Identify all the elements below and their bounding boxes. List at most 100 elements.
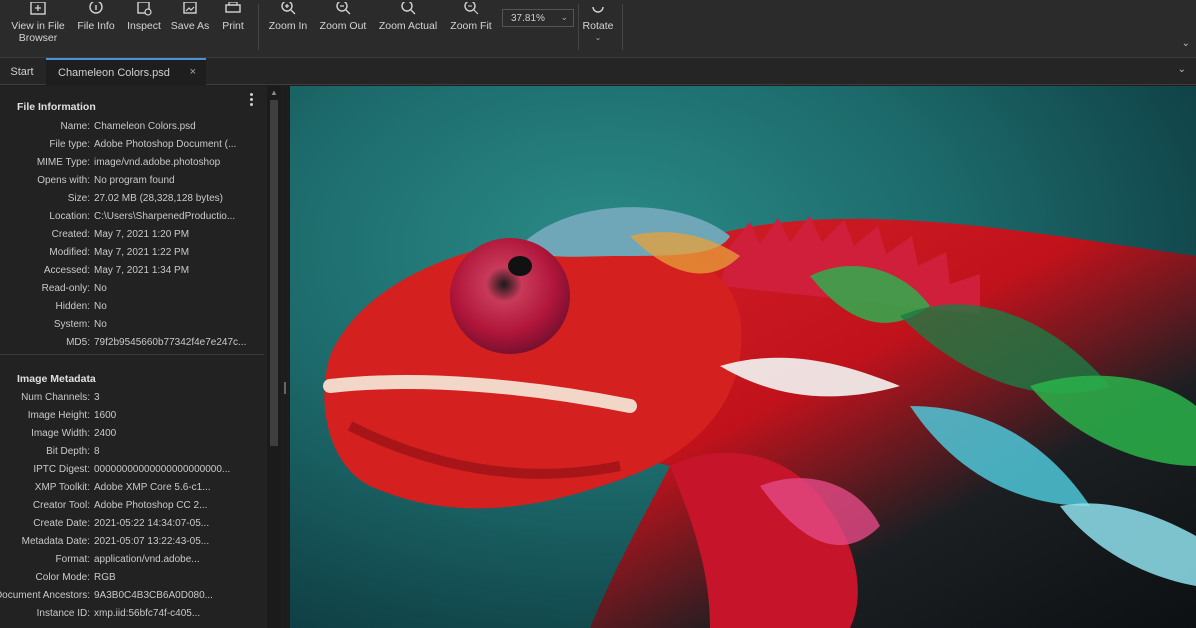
info-row-key: Opens with: xyxy=(37,175,90,186)
info-row-key: XMP Toolkit: xyxy=(34,482,90,493)
info-panel: File Information Name: Chameleon Colors.p… xyxy=(0,86,267,628)
inspect-button[interactable]: Inspect xyxy=(122,0,166,50)
info-row-value: No program found xyxy=(94,175,175,186)
info-row-value: 3 xyxy=(94,392,100,403)
zoom-fit-button[interactable]: Zoom Fit xyxy=(444,0,498,50)
info-row-value: 2021-05:22 14:34:07-05... xyxy=(94,518,210,529)
info-row: MD5: 79f2b9545660b77342f4e7e247c... xyxy=(0,335,267,351)
info-row-key: Bit Depth: xyxy=(46,446,90,457)
tab-active-label: Chameleon Colors.psd xyxy=(58,66,170,79)
info-row-value: 27.02 MB (28,328,128 bytes) xyxy=(94,193,223,204)
info-row: Image Width: 2400 xyxy=(0,426,267,442)
info-row-value: C:\Users\SharpenedProductio... xyxy=(94,211,236,222)
tab-list-chevron-icon[interactable]: ⌄ xyxy=(1178,64,1186,75)
info-row: Modified: May 7, 2021 1:22 PM xyxy=(0,245,267,261)
info-row: Document Ancestors: 9A3B0C4B3CB6A0D080... xyxy=(0,588,267,604)
info-row: Opens with: No program found xyxy=(0,173,267,189)
file-info-button[interactable]: File Info xyxy=(74,0,118,50)
file-info-label: File Info xyxy=(77,20,115,32)
info-row: XMP Toolkit: Adobe XMP Core 5.6-c1... xyxy=(0,480,267,496)
info-row: Size: 27.02 MB (28,328,128 bytes) xyxy=(0,191,267,207)
zoom-actual-icon xyxy=(398,0,418,16)
zoom-level-value: 37.81% xyxy=(511,12,545,24)
toolbar-separator xyxy=(258,4,259,50)
info-row-value: 2021-05:07 13:22:43-05... xyxy=(94,536,210,547)
panel-splitter[interactable] xyxy=(281,86,290,628)
more-options-icon[interactable] xyxy=(250,93,254,106)
info-row-key: Color Mode: xyxy=(35,572,90,583)
info-row: Metadata Date: 2021-05:07 13:22:43-05... xyxy=(0,534,267,550)
zoom-fit-label: Zoom Fit xyxy=(450,20,492,32)
info-row: Create Date: 2021-05:22 14:34:07-05... xyxy=(0,516,267,532)
info-row-key: MD5: xyxy=(66,337,90,348)
folder-icon xyxy=(28,0,48,16)
print-button[interactable]: Print xyxy=(214,0,252,50)
view-in-file-browser-button[interactable]: View in File Browser xyxy=(6,0,70,50)
info-row-key: Name: xyxy=(60,121,90,132)
info-row-key: Accessed: xyxy=(43,265,90,276)
info-row-key: Read-only: xyxy=(41,283,90,294)
info-row-key: IPTC Digest: xyxy=(33,464,90,475)
tab-chameleon-colors[interactable]: Chameleon Colors.psd × xyxy=(46,58,206,85)
info-row-value: No xyxy=(94,319,107,330)
info-row-key: Format: xyxy=(55,554,90,565)
panel-scrollbar[interactable]: ▲ xyxy=(267,86,281,628)
info-row: Accessed: May 7, 2021 1:34 PM xyxy=(0,263,267,279)
chameleon-image xyxy=(323,207,1196,628)
info-row-value: No xyxy=(94,301,107,312)
zoom-level-select[interactable]: 37.81% ⌄ xyxy=(502,9,574,27)
info-row: Hidden: No xyxy=(0,299,267,315)
save-as-label: Save As xyxy=(170,20,210,32)
info-row: Location: C:\Users\SharpenedProductio... xyxy=(0,209,267,225)
zoom-out-button[interactable]: Zoom Out xyxy=(314,0,372,50)
info-row-value: May 7, 2021 1:34 PM xyxy=(94,265,190,276)
tab-start[interactable]: Start xyxy=(0,58,44,85)
zoom-out-icon xyxy=(333,0,353,16)
info-row-key: Creator Tool: xyxy=(32,500,90,511)
zoom-in-button[interactable]: Zoom In xyxy=(264,0,312,50)
info-row-key: Document Ancestors: xyxy=(0,590,90,601)
print-label: Print xyxy=(222,20,244,32)
info-row-value: RGB xyxy=(94,572,116,583)
print-icon xyxy=(223,0,243,16)
info-row-value: 1600 xyxy=(94,410,117,421)
info-row-value: 8 xyxy=(94,446,100,457)
info-row: System: No xyxy=(0,317,267,333)
info-row: Bit Depth: 8 xyxy=(0,444,267,460)
info-row-value: xmp.iid:56bfc74f-c405... xyxy=(94,608,201,619)
save-as-button[interactable]: Save As xyxy=(168,0,212,50)
inspect-label: Inspect xyxy=(127,20,161,32)
info-row-key: MIME Type: xyxy=(36,157,90,168)
view-in-file-browser-label-line1: View in File xyxy=(11,20,65,32)
info-row-key: Metadata Date: xyxy=(21,536,90,547)
splitter-grip-icon xyxy=(284,382,286,394)
info-row-key: Hidden: xyxy=(55,301,90,312)
info-row: Num Channels: 3 xyxy=(0,390,267,406)
info-row-value: Chameleon Colors.psd xyxy=(94,121,196,132)
info-row-key: File type: xyxy=(49,139,90,150)
zoom-fit-icon xyxy=(461,0,481,16)
zoom-actual-button[interactable]: Zoom Actual xyxy=(374,0,442,50)
info-row-key: System: xyxy=(53,319,90,330)
info-icon xyxy=(86,0,106,16)
info-row-key: Created: xyxy=(51,229,90,240)
info-row-key: Create Date: xyxy=(33,518,90,529)
view-in-file-browser-label-line2: Browser xyxy=(18,32,58,44)
toolbar-expand-icon[interactable]: ⌄ xyxy=(1182,38,1190,49)
image-viewport[interactable] xyxy=(290,86,1196,628)
info-row: Creator Tool: Adobe Photoshop CC 2... xyxy=(0,498,267,514)
info-row-key: Num Channels: xyxy=(21,392,90,403)
info-row-key: Image Width: xyxy=(31,428,90,439)
rotate-dropdown-icon[interactable]: ⌄ xyxy=(595,34,602,42)
rotate-button[interactable]: Rotate ⌄ xyxy=(578,0,618,50)
info-row-key: Modified: xyxy=(49,247,90,258)
rotate-icon xyxy=(588,0,608,16)
info-row: Instance ID: xmp.iid:56bfc74f-c405... xyxy=(0,606,267,622)
info-row-key: Instance ID: xyxy=(36,608,90,619)
close-icon[interactable]: × xyxy=(190,66,196,78)
info-row: MIME Type: image/vnd.adobe.photoshop xyxy=(0,155,267,171)
scrollbar-thumb[interactable] xyxy=(270,100,278,446)
info-row: Format: application/vnd.adobe... xyxy=(0,552,267,568)
scroll-up-icon[interactable]: ▲ xyxy=(270,88,278,97)
zoom-out-label: Zoom Out xyxy=(319,20,367,32)
